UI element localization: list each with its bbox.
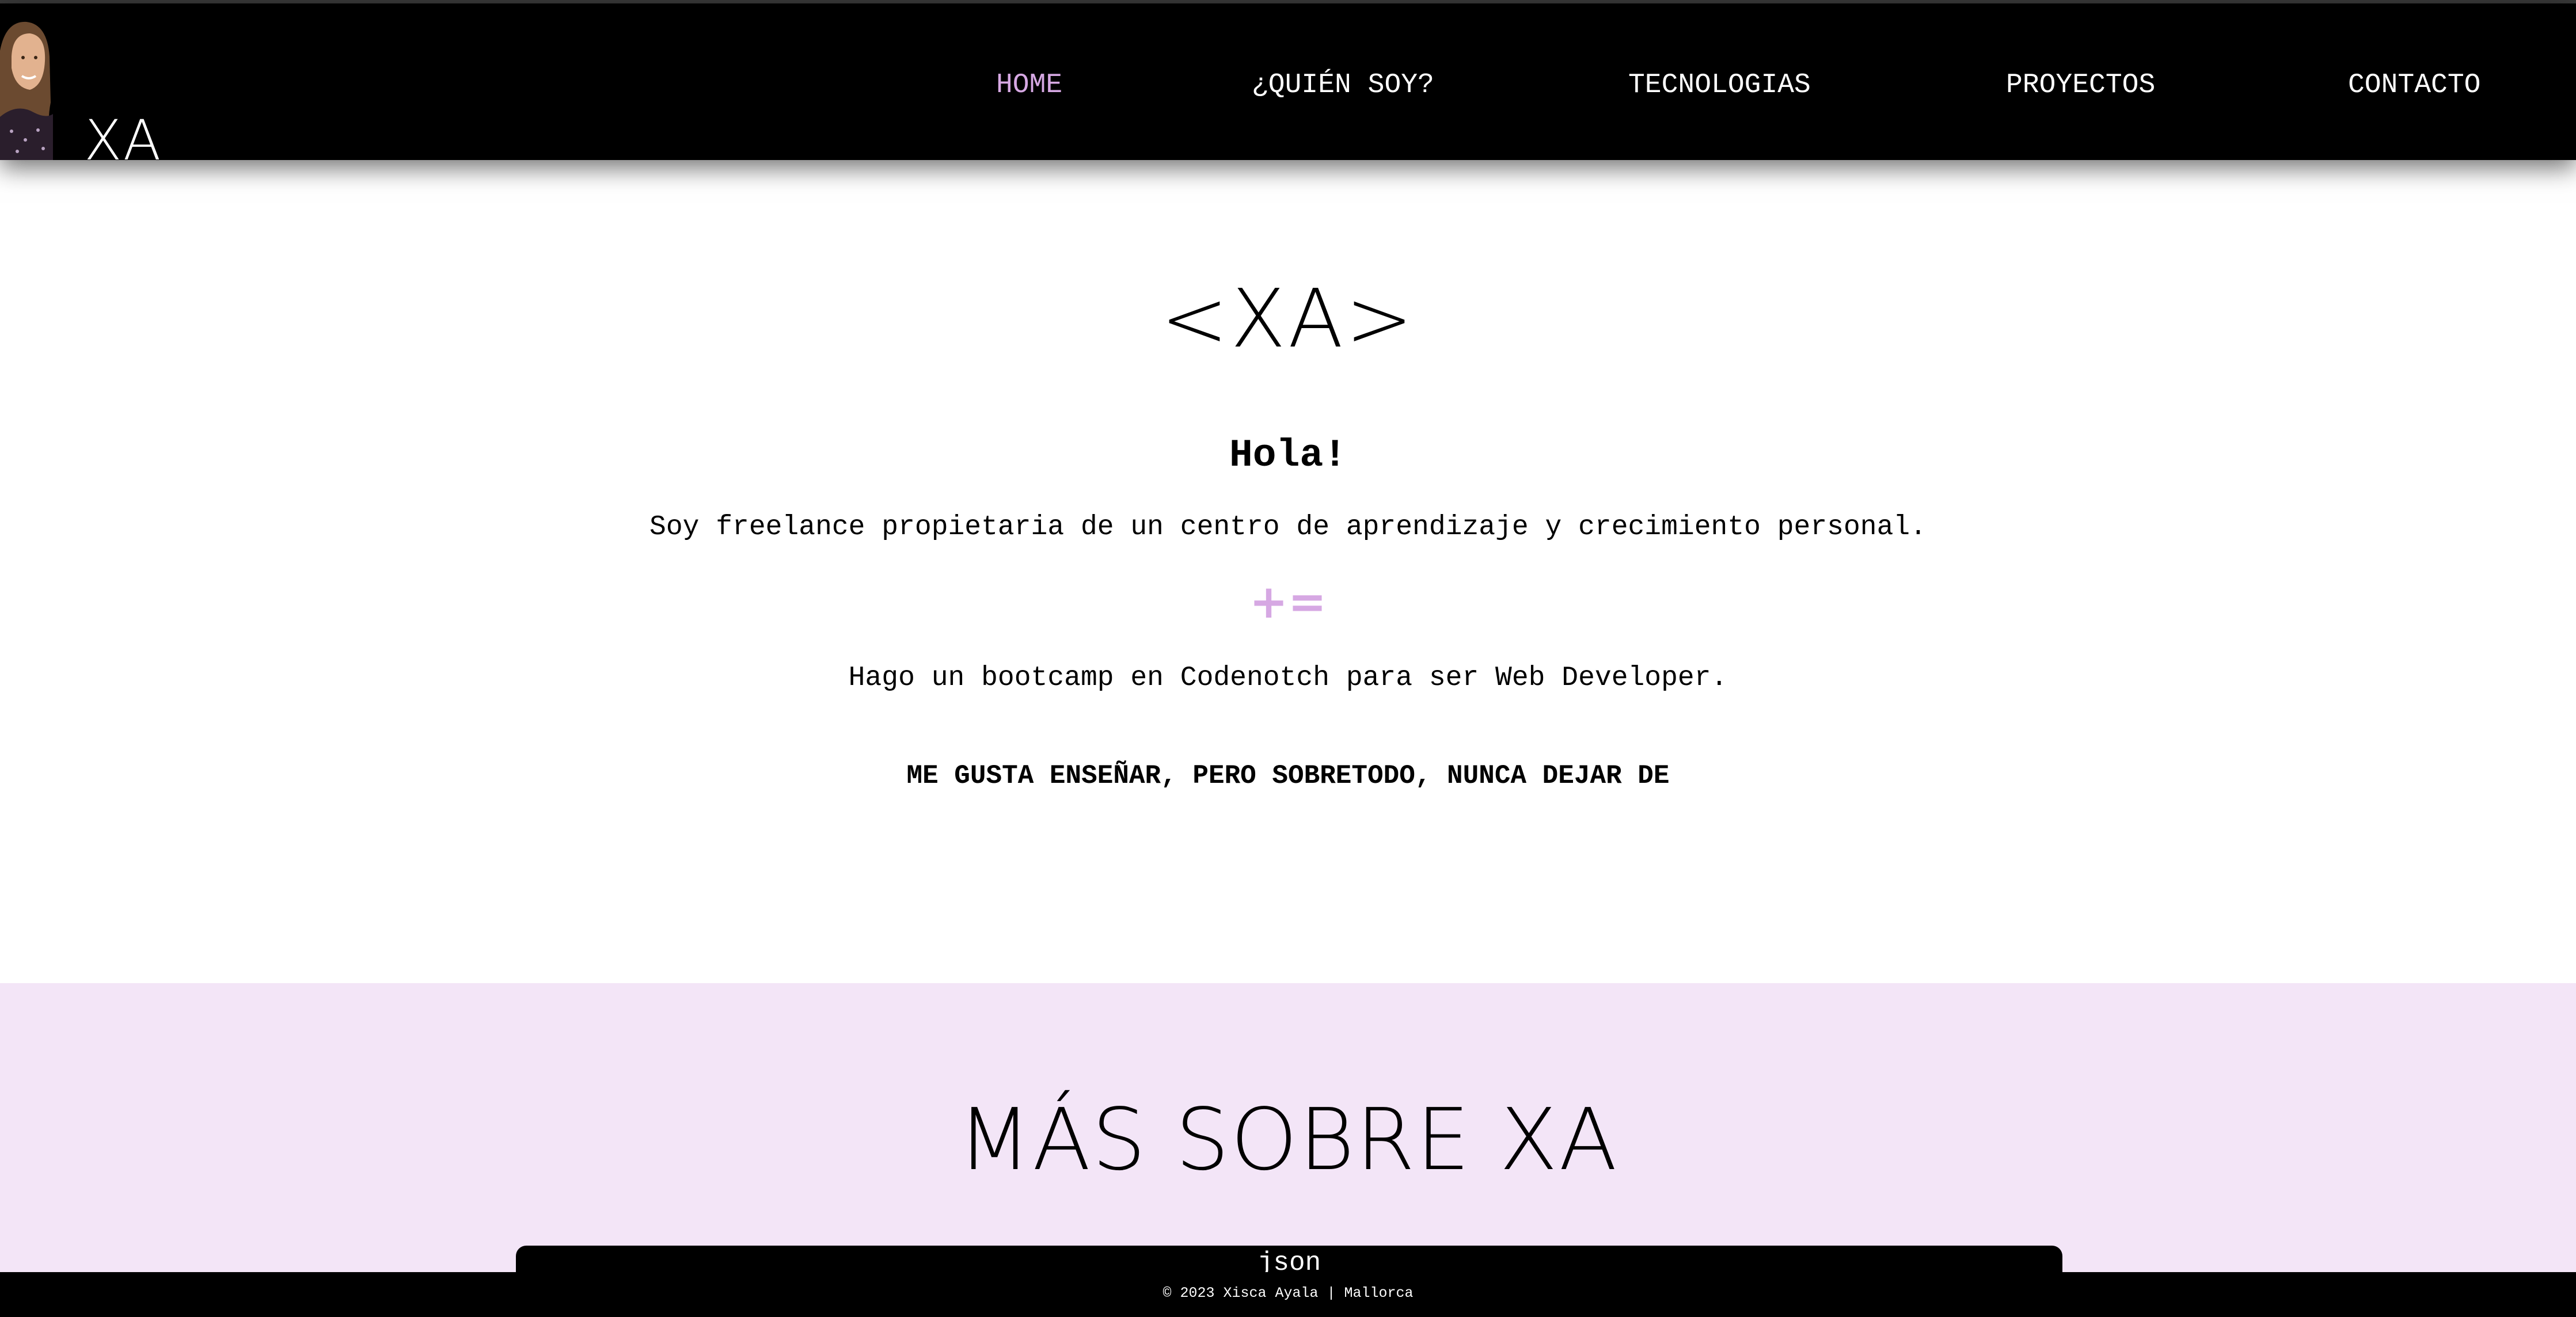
avatar <box>0 16 53 160</box>
brand-logo[interactable]: XA <box>84 113 162 168</box>
navbar: XA HOME ¿QUIÉN SOY? TECNOLOGIAS PROYECTO… <box>0 3 2576 168</box>
about-section: MÁS SOBRE XA <box>0 983 2576 1272</box>
motto-text: ME GUSTA ENSEÑAR, PERO SOBRETODO, NUNCA … <box>906 761 1670 791</box>
nav-tecnologias[interactable]: TECNOLOGIAS <box>1628 68 1811 102</box>
plus-equals-operator: += <box>1249 575 1327 629</box>
footer: © 2023 Xisca Ayala | Mallorca <box>0 1272 2576 1317</box>
nav-home[interactable]: HOME <box>996 68 1062 102</box>
nav-proyectos[interactable]: PROYECTOS <box>2006 68 2155 102</box>
footer-copyright: © 2023 Xisca Ayala | Mallorca <box>1162 1285 1414 1301</box>
bootcamp-text: Hago un bootcamp en Codenotch para ser W… <box>848 663 1728 694</box>
profile-photo-image <box>0 16 53 160</box>
intro-text: Soy freelance propietaria de un centro d… <box>649 512 1927 543</box>
nav-quien-soy[interactable]: ¿QUIÉN SOY? <box>1252 68 1434 102</box>
nav-contacto[interactable]: CONTACTO <box>2348 68 2480 102</box>
hero-logo: <XA> <box>1160 272 1416 366</box>
about-title: MÁS SOBRE XA <box>958 1090 1618 1189</box>
greeting-heading: Hola! <box>1229 433 1347 478</box>
